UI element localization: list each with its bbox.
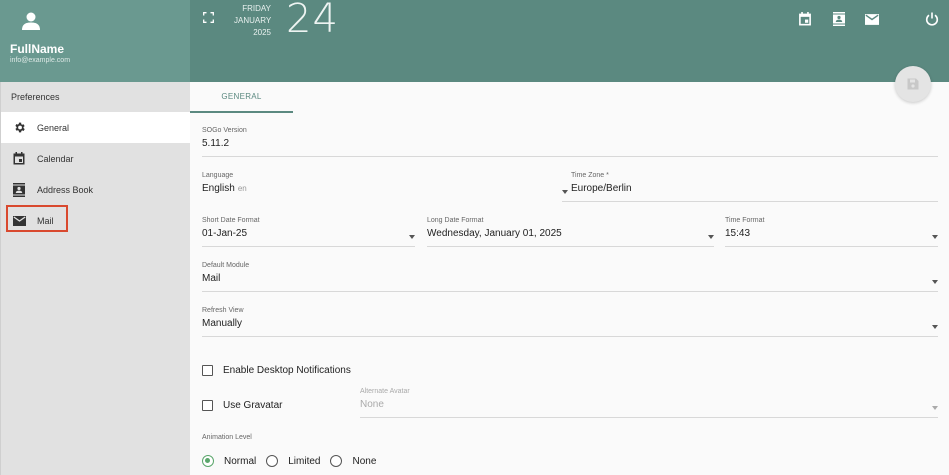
sidebar-item-calendar[interactable]: Calendar [1, 143, 190, 174]
user-avatar-icon [22, 12, 40, 30]
long-date-format-select[interactable]: Long Date Format Wednesday, January 01, … [427, 217, 714, 247]
field-value: 01-Jan-25 [202, 228, 248, 239]
radio-label: None [352, 455, 377, 467]
month-label: JANUARY [234, 16, 272, 25]
field-underline [202, 246, 415, 247]
user-fullname: FullName [10, 42, 65, 56]
radio-button[interactable] [330, 455, 343, 467]
field-label: SOGo Version [202, 127, 247, 134]
field-underline [562, 201, 938, 202]
field-underline [202, 156, 938, 157]
field-value: Manually [202, 318, 243, 329]
default-module-select[interactable]: Default Module Mail [202, 262, 938, 292]
preferences-sidebar: Preferences General Calendar Address Boo… [0, 82, 190, 475]
sidebar-item-label: Calendar [37, 153, 74, 164]
preferences-content: GENERAL SOGo Version 5.11.2 Language Eng… [190, 82, 949, 475]
field-label: Language [202, 172, 234, 179]
animation-option-normal[interactable]: Normal [202, 455, 256, 467]
field-label: Time Zone * [571, 172, 609, 179]
field-underline [202, 336, 938, 337]
radio-label: Limited [288, 455, 321, 467]
field-value: Europe/Berlin [571, 183, 632, 194]
chevron-down-icon [932, 406, 938, 410]
contacts-icon[interactable] [832, 12, 846, 26]
field-value: 5.11.2 [202, 138, 230, 149]
field-label: Long Date Format [427, 217, 484, 224]
desktop-notifications-checkbox[interactable] [202, 365, 213, 376]
power-icon[interactable] [925, 12, 939, 26]
field-underline [725, 246, 938, 247]
radio-button[interactable] [266, 455, 279, 467]
short-date-format-select[interactable]: Short Date Format 01-Jan-25 [202, 217, 415, 247]
chevron-down-icon [932, 235, 938, 239]
user-email: info@example.com [10, 57, 71, 64]
time-format-select[interactable]: Time Format 15:43 [725, 217, 938, 247]
field-value: None [360, 399, 384, 410]
radio-button[interactable] [202, 455, 214, 467]
refresh-view-select[interactable]: Refresh View Manually [202, 307, 938, 337]
date-block: FRIDAY JANUARY 2025 [234, 3, 271, 39]
sogo-version-field: SOGo Version 5.11.2 [202, 127, 938, 157]
sidebar-item-general[interactable]: General [1, 112, 190, 143]
field-label: Animation Level [202, 434, 252, 441]
field-value: Mail [202, 273, 221, 284]
sidebar-item-address-book[interactable]: Address Book [1, 174, 190, 205]
language-name: English [202, 183, 235, 194]
field-label: Default Module [202, 262, 250, 269]
top-header: FRIDAY JANUARY 2025 24 [190, 0, 949, 82]
year-label: 2025 [253, 28, 271, 37]
chevron-down-icon [409, 235, 415, 239]
checkbox-label: Enable Desktop Notifications [223, 365, 351, 376]
day-number: 24 [286, 0, 339, 42]
chevron-down-icon [708, 235, 714, 239]
contacts-icon [12, 182, 26, 197]
field-label: Refresh View [202, 307, 244, 314]
field-underline [360, 417, 938, 418]
gear-icon [12, 121, 26, 135]
save-icon [907, 78, 919, 90]
mail-icon[interactable] [865, 14, 879, 25]
field-value: 15:43 [725, 228, 751, 239]
tab-general[interactable]: GENERAL [190, 82, 293, 113]
weekday-label: FRIDAY [242, 4, 271, 13]
radio-label: Normal [224, 455, 257, 467]
animation-option-none[interactable]: None [330, 455, 376, 467]
animation-level-radio-group: Normal Limited None [202, 455, 386, 467]
animation-option-limited[interactable]: Limited [266, 455, 320, 467]
save-button[interactable] [895, 66, 931, 102]
field-value: Wednesday, January 01, 2025 [427, 228, 562, 239]
field-label: Alternate Avatar [360, 388, 410, 395]
chevron-down-icon [932, 325, 938, 329]
field-value: English en [202, 183, 558, 194]
field-label: Short Date Format [202, 217, 260, 224]
sidebar-item-label: Address Book [37, 184, 94, 195]
field-underline [202, 291, 938, 292]
calendar-icon[interactable] [798, 12, 812, 26]
chevron-down-icon [932, 280, 938, 284]
mail-item-highlight-box [6, 205, 68, 232]
language-code: en [237, 184, 247, 193]
time-zone-select[interactable]: Time Zone * Europe/Berlin [562, 172, 938, 202]
desktop-notifications-row: Enable Desktop Notifications [202, 365, 351, 376]
field-underline [427, 246, 714, 247]
sidebar-title: Preferences [11, 92, 60, 102]
alternate-avatar-select[interactable]: Alternate Avatar None [360, 388, 938, 418]
checkbox-label: Use Gravatar [223, 400, 283, 411]
language-select[interactable]: Language English en [202, 172, 558, 202]
expand-icon[interactable] [203, 12, 214, 23]
user-profile-panel: FullName info@example.com [0, 0, 190, 82]
chevron-down-icon [562, 190, 568, 194]
calendar-icon [12, 152, 26, 166]
tab-bar: GENERAL [190, 82, 949, 113]
animation-level-label-wrap: Animation Level [202, 434, 402, 446]
gravatar-row: Use Gravatar [202, 400, 282, 411]
sidebar-item-label: General [37, 122, 70, 133]
gravatar-checkbox[interactable] [202, 400, 213, 411]
field-label: Time Format [725, 217, 765, 224]
